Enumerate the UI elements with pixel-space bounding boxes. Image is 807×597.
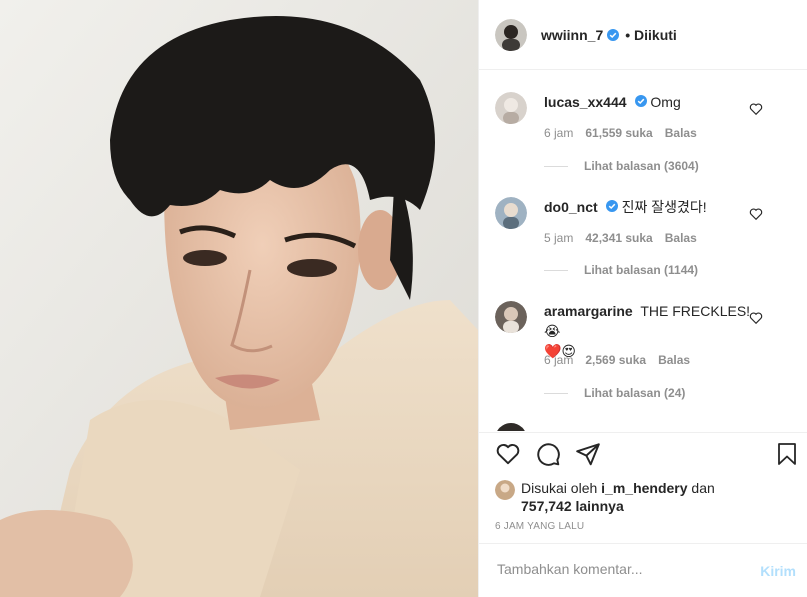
liker-username[interactable]: i_m_hendery <box>601 480 687 496</box>
bookmark-icon[interactable] <box>775 441 799 467</box>
comment-time[interactable]: 5 jam <box>544 231 573 245</box>
view-replies-label: Lihat balasan (1144) <box>584 263 699 277</box>
add-comment-bar: Kirim <box>479 543 807 597</box>
comment-heart-icon[interactable] <box>749 311 763 325</box>
comment-input[interactable] <box>495 560 749 578</box>
view-replies-label: Lihat balasan (24) <box>584 386 686 400</box>
comment-meta: 5 jam 42,341 suka Balas <box>544 231 709 245</box>
verified-badge-icon <box>607 28 620 41</box>
comment-username[interactable]: lucas_xx444 <box>544 94 627 110</box>
view-replies-label: Lihat balasan (3604) <box>584 159 699 173</box>
heart-icon[interactable] <box>495 441 521 467</box>
comment-username[interactable]: aramargarine <box>544 303 633 319</box>
comment-text: 진짜 잘생겼다! <box>621 199 707 215</box>
comment-time[interactable]: 6 jam <box>544 126 573 140</box>
post-actions: Disukai oleh i_m_hendery dan 757,742 lai… <box>479 432 807 532</box>
comment-username[interactable]: do0_nct <box>544 199 598 215</box>
post-side-panel: wwiinn_7 • Diikuti lucas_xx444 Omg 6 jam… <box>478 0 807 597</box>
view-replies-button[interactable]: Lihat balasan (24) <box>544 386 685 400</box>
comment-text: Omg <box>650 94 681 110</box>
replies-divider <box>544 165 568 167</box>
portrait-image <box>0 0 478 597</box>
comment-avatar[interactable] <box>495 301 527 333</box>
post-header: wwiinn_7 • Diikuti <box>479 0 807 70</box>
likes-count[interactable]: 757,742 lainnya <box>521 498 624 514</box>
comment-heart-icon[interactable] <box>749 102 763 116</box>
post-timestamp[interactable]: 6 JAM YANG LALU <box>495 521 584 532</box>
replies-divider <box>544 269 568 271</box>
comment-meta: 6 jam 2,569 suka Balas <box>544 353 702 367</box>
post-photo[interactable] <box>0 0 478 597</box>
comment-heart-icon[interactable] <box>749 207 763 221</box>
comment-avatar[interactable] <box>495 197 527 229</box>
comment-avatar[interactable] <box>495 92 527 124</box>
reply-button[interactable]: Balas <box>665 126 697 140</box>
follow-status[interactable]: • Diikuti <box>625 27 677 43</box>
verified-badge-icon <box>605 200 618 212</box>
author-username[interactable]: wwiinn_7 <box>541 27 603 43</box>
view-replies-button[interactable]: Lihat balasan (3604) <box>544 159 699 173</box>
comment-meta: 6 jam 61,559 suka Balas <box>544 126 709 140</box>
post-comment-button[interactable]: Kirim <box>760 563 796 579</box>
share-icon[interactable] <box>575 441 601 467</box>
author-avatar[interactable] <box>495 18 527 51</box>
comment-likes[interactable]: 2,569 suka <box>585 353 646 367</box>
view-replies-button[interactable]: Lihat balasan (1144) <box>544 263 698 277</box>
likes-summary: Disukai oleh i_m_hendery dan 757,742 lai… <box>495 479 755 515</box>
comments-list[interactable]: lucas_xx444 Omg 6 jam 61,559 suka Balas Li… <box>479 71 807 431</box>
reply-button[interactable]: Balas <box>665 231 697 245</box>
likes-conj: dan <box>691 480 715 496</box>
replies-divider <box>544 392 568 394</box>
comment-icon[interactable] <box>535 441 561 467</box>
post-viewer: wwiinn_7 • Diikuti lucas_xx444 Omg 6 jam… <box>0 0 807 597</box>
comment-likes[interactable]: 42,341 suka <box>585 231 652 245</box>
verified-badge-icon <box>634 95 647 107</box>
comment-time[interactable]: 6 jam <box>544 353 573 367</box>
likes-prefix: Disukai oleh <box>521 480 598 496</box>
reply-button[interactable]: Balas <box>658 353 690 367</box>
comment-likes[interactable]: 61,559 suka <box>585 126 652 140</box>
liker-avatar[interactable] <box>495 480 515 500</box>
comment-avatar[interactable] <box>495 423 527 431</box>
